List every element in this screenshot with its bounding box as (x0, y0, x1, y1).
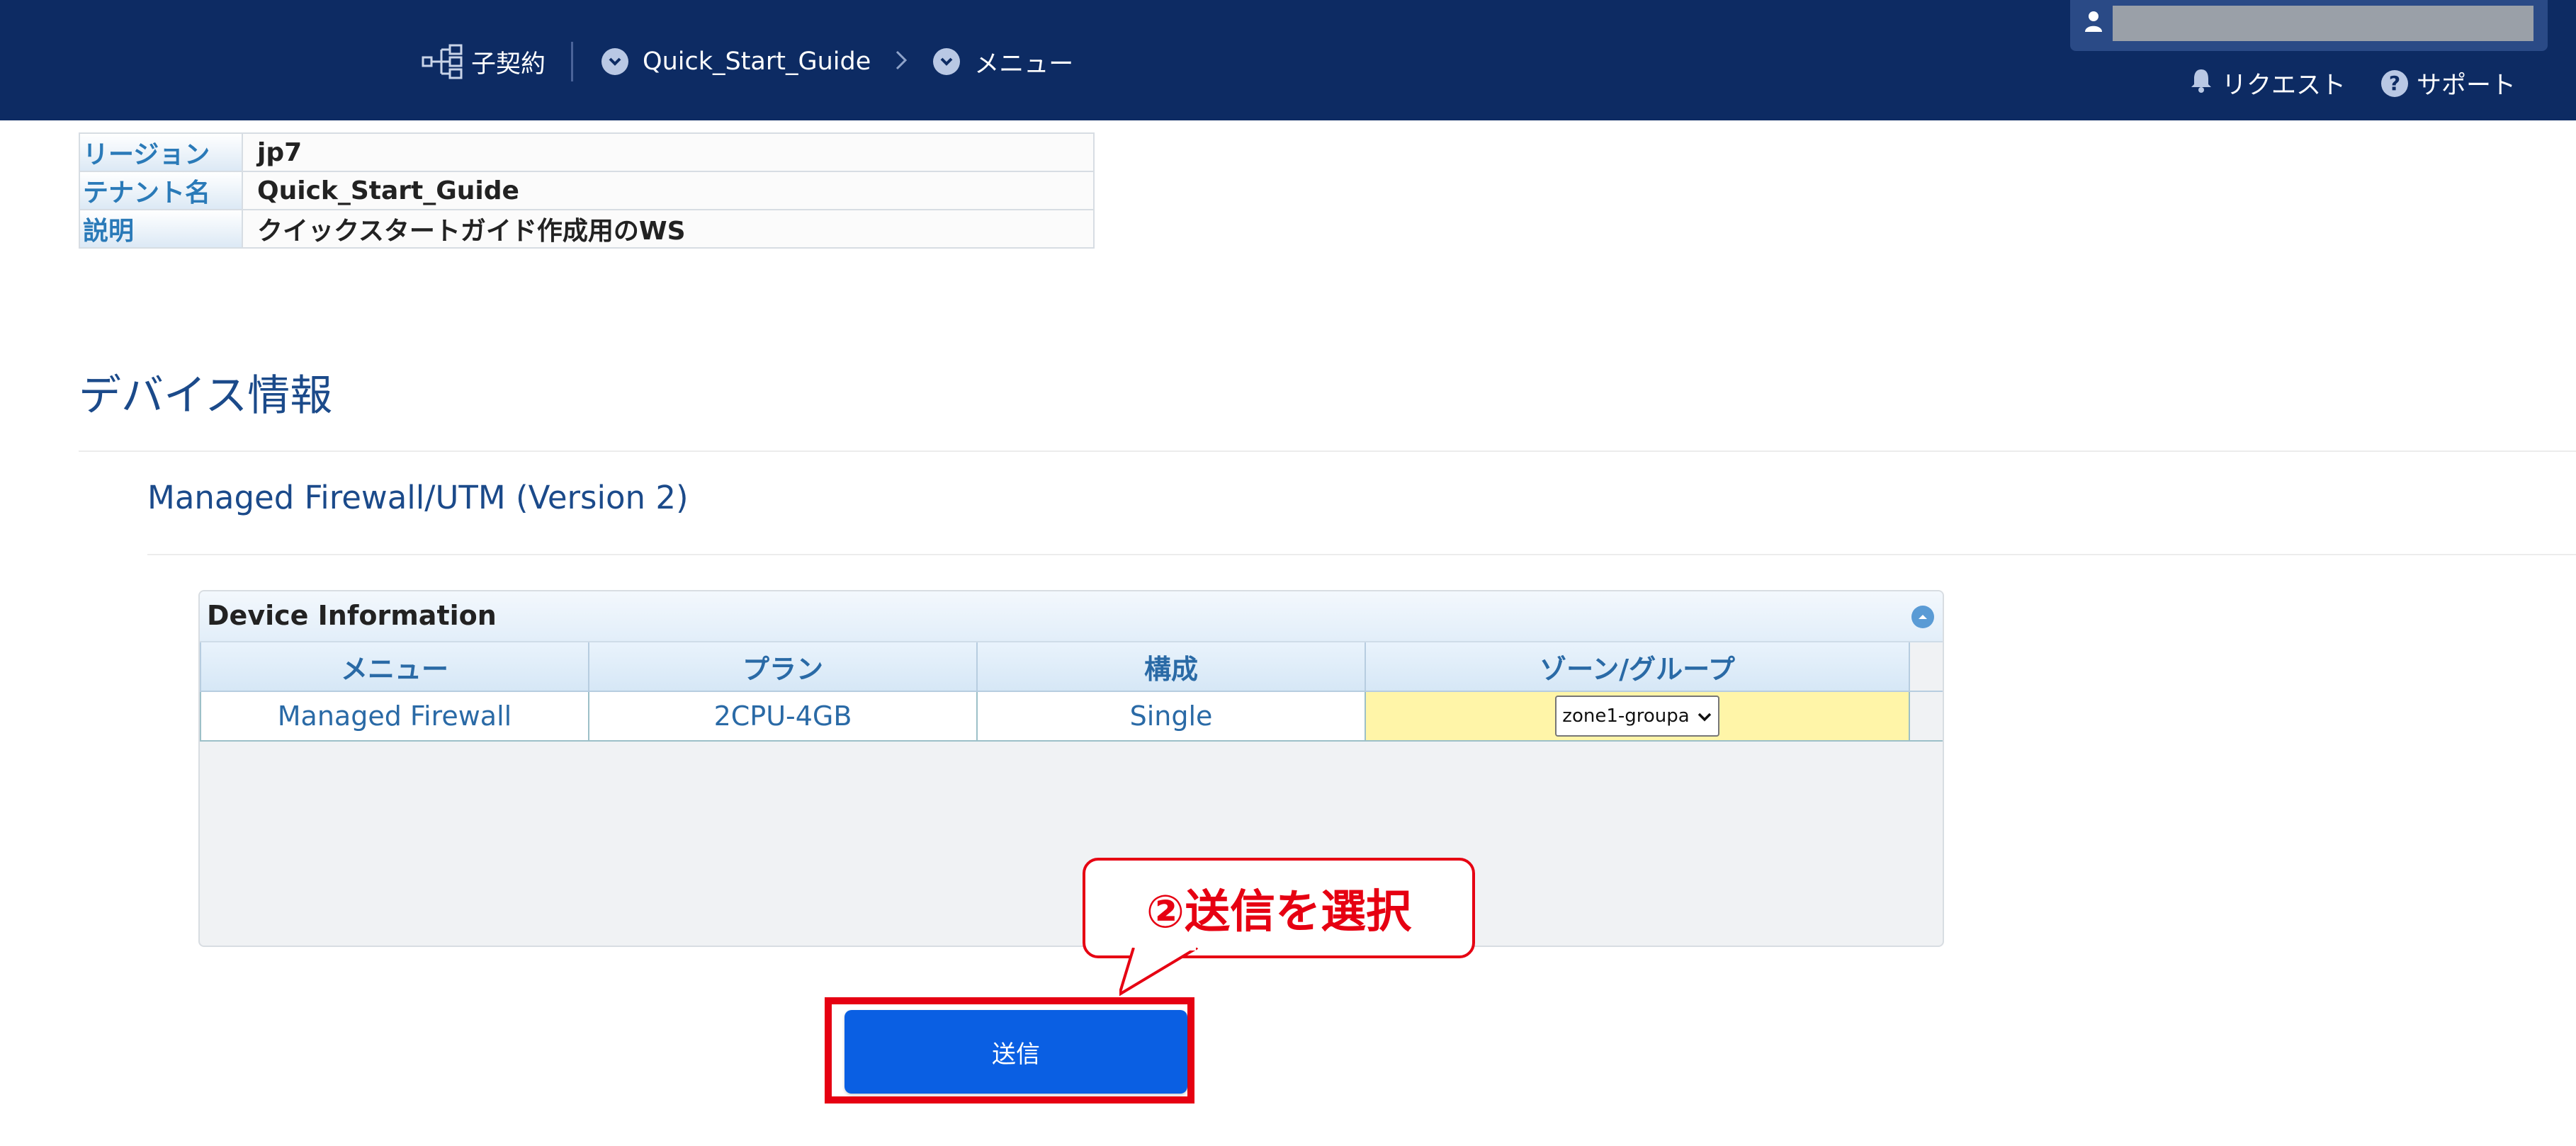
callout-tail (1119, 948, 1199, 997)
breadcrumb-menu[interactable]: メニュー (933, 44, 1073, 80)
user-account-box[interactable] (2070, 0, 2548, 51)
breadcrumb-contract[interactable]: 子契約 (422, 43, 546, 80)
instruction-callout: ②送信を選択 (1083, 858, 1475, 958)
breadcrumb-label: Quick_Start_Guide (643, 47, 871, 76)
breadcrumb-divider (571, 42, 574, 81)
cell-zone: zone1-groupa (1365, 691, 1910, 742)
info-row-description: 説明 クイックスタートガイド作成用のWS (79, 209, 1095, 249)
hierarchy-icon (422, 43, 464, 80)
info-key: 説明 (79, 209, 243, 249)
panel-header: Device Information (200, 591, 1943, 642)
info-value: Quick_Start_Guide (242, 171, 1095, 210)
column-header-zone: ゾーン/グループ (1365, 642, 1910, 692)
panel-title: Device Information (207, 600, 497, 631)
device-table: メニュー プラン 構成 ゾーン/グループ Managed Firewall 2C… (200, 642, 1943, 742)
table-row: Managed Firewall 2CPU-4GB Single zone1-g… (200, 691, 1943, 742)
info-key: テナント名 (79, 171, 243, 210)
breadcrumb-label: メニュー (974, 50, 1074, 79)
cell-config: Single (976, 691, 1366, 742)
zone-group-select[interactable]: zone1-groupa (1555, 696, 1719, 737)
tenant-info-table: リージョン jp7 テナント名 Quick_Start_Guide 説明 クイッ… (79, 132, 1095, 249)
divider (79, 450, 2576, 452)
breadcrumb-label: 子契約 (471, 50, 546, 79)
breadcrumb-tenant[interactable]: Quick_Start_Guide (601, 47, 871, 76)
info-value: jp7 (242, 132, 1095, 172)
top-navigation-bar: 子契約 Quick_Start_Guide メニュー リクエスト ? サポート (0, 0, 2576, 120)
column-header-blank (1909, 642, 1943, 692)
request-label: リクエスト (2221, 72, 2346, 100)
user-icon (2084, 10, 2103, 35)
info-row-region: リージョン jp7 (79, 132, 1095, 172)
info-row-tenant: テナント名 Quick_Start_Guide (79, 171, 1095, 210)
chevron-down-icon (1697, 705, 1712, 727)
breadcrumb: 子契約 Quick_Start_Guide メニュー (422, 37, 1073, 86)
table-header-row: メニュー プラン 構成 ゾーン/グループ (200, 642, 1943, 692)
collapse-icon[interactable] (1911, 606, 1934, 628)
chevron-circle-icon (601, 48, 629, 75)
cell-plan: 2CPU-4GB (588, 691, 978, 742)
help-icon: ? (2380, 69, 2408, 97)
info-key: リージョン (79, 132, 243, 172)
chevron-circle-icon (933, 48, 961, 75)
column-header-plan: プラン (588, 642, 978, 692)
section-title: デバイス情報 (79, 371, 333, 421)
header-links: リクエスト ? サポート (2154, 65, 2516, 101)
column-header-menu: メニュー (200, 642, 589, 692)
section-subtitle: Managed Firewall/UTM (Version 2) (147, 479, 689, 516)
zone-select-value: zone1-groupa (1562, 705, 1690, 727)
chevron-right-icon (895, 46, 908, 77)
column-header-config: 構成 (976, 642, 1366, 692)
submit-button[interactable]: 送信 (844, 1010, 1187, 1094)
info-value: クイックスタートガイド作成用のWS (242, 209, 1095, 249)
divider (147, 554, 2576, 555)
request-link[interactable]: リクエスト (2189, 65, 2346, 101)
cell-blank (1909, 691, 1943, 742)
support-link[interactable]: ? サポート (2380, 65, 2516, 101)
user-name-redacted (2113, 6, 2533, 41)
bell-icon (2189, 67, 2222, 99)
cell-menu: Managed Firewall (200, 691, 589, 742)
support-label: サポート (2416, 72, 2516, 100)
device-information-panel: Device Information メニュー プラン 構成 ゾーン/グループ … (198, 590, 1944, 947)
